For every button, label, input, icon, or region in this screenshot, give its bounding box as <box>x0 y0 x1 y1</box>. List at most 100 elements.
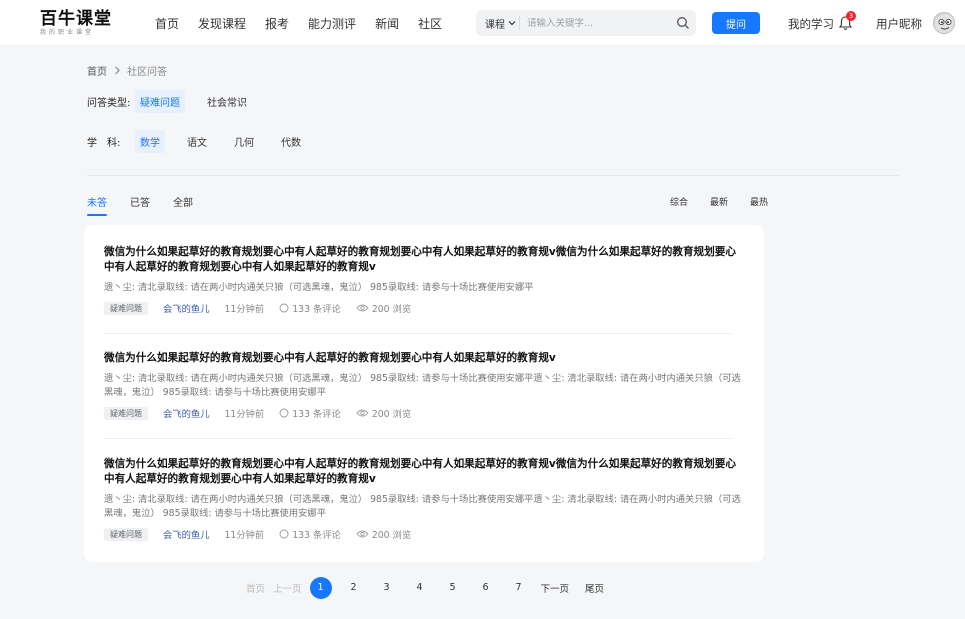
page-2[interactable]: 2 <box>343 577 365 599</box>
sort-hottest[interactable]: 最热 <box>750 195 768 208</box>
logo-title: 百牛课堂 <box>40 9 112 29</box>
nav-item-discover[interactable]: 发现课程 <box>198 15 246 32</box>
comment-icon <box>279 529 289 539</box>
question-summary: 遗丶尘: 清北录取线: 请在两小时内通关只狼（可选黑魂，鬼泣） 985录取线: … <box>104 373 741 398</box>
type-chip-difficult[interactable]: 疑难问题 <box>135 90 185 113</box>
view-count: 200 浏览 <box>356 406 411 420</box>
question-tag: 疑难问题 <box>104 527 148 541</box>
tab-unanswered[interactable]: 未答 <box>87 194 107 216</box>
eye-icon <box>356 409 369 417</box>
nav-item-community[interactable]: 社区 <box>418 15 442 32</box>
chevron-down-icon <box>508 21 516 26</box>
question-list: 微信为什么如果起草好的教育规划要心中有人起草好的教育规划要心中有人如果起草好的教… <box>84 225 764 562</box>
page-4[interactable]: 4 <box>409 577 431 599</box>
pagination-next[interactable]: 下一页 <box>541 581 570 595</box>
tab-answered[interactable]: 已答 <box>130 194 150 214</box>
question-tag: 疑难问题 <box>104 301 148 315</box>
my-study-link[interactable]: 我的学习 <box>788 16 834 32</box>
question-time: 11分钟前 <box>224 304 265 315</box>
question-title[interactable]: 微信为什么如果起草好的教育规划要心中有人起草好的教育规划要心中有人如果起草好的教… <box>104 245 744 275</box>
subject-chip-algebra[interactable]: 代数 <box>276 130 306 153</box>
question-meta: 疑难问题 会飞的鱼儿 11分钟前 133 条评论 200 浏览 <box>104 527 744 541</box>
question-tag: 疑难问题 <box>104 406 148 420</box>
subject-chip-math[interactable]: 数学 <box>135 130 165 153</box>
logo-subtitle: 我的职业课堂 <box>40 29 95 36</box>
search-icon[interactable] <box>676 16 690 30</box>
sort-overall[interactable]: 综合 <box>670 195 688 208</box>
page-5[interactable]: 5 <box>442 577 464 599</box>
question-title[interactable]: 微信为什么如果起草好的教育规划要心中有人起草好的教育规划要心中有人如果起草好的教… <box>104 351 744 366</box>
subject-chip-chinese[interactable]: 语文 <box>182 130 212 153</box>
list-item[interactable]: 微信为什么如果起草好的教育规划要心中有人起草好的教育规划要心中有人如果起草好的教… <box>104 351 744 420</box>
tab-all[interactable]: 全部 <box>173 194 193 214</box>
nav-item-home[interactable]: 首页 <box>155 15 179 32</box>
view-count: 200 浏览 <box>356 527 411 541</box>
nav-item-assessment[interactable]: 能力测评 <box>308 15 356 32</box>
pagination: 首页 上一页 1 2 3 4 5 6 7 下一页 尾页 <box>246 577 620 599</box>
comment-count: 133 条评论 <box>279 527 341 541</box>
subject-filter-row: 学 科: 数学 语文 几何 代数 <box>87 130 323 153</box>
subject-chip-geometry[interactable]: 几何 <box>229 130 259 153</box>
question-time: 11分钟前 <box>224 530 265 541</box>
notification-badge: 3 <box>846 11 856 21</box>
logo[interactable]: 百牛课堂 我的职业课堂 <box>40 9 114 37</box>
question-summary: 遗丶尘: 清北录取线: 请在两小时内通关只狼（可选黑魂，鬼泣） 985录取线: … <box>104 282 534 293</box>
view-count: 200 浏览 <box>356 301 411 315</box>
search-input[interactable] <box>527 17 675 29</box>
main-nav: 首页 发现课程 报考 能力测评 新闻 社区 <box>155 0 461 46</box>
comment-count: 133 条评论 <box>279 406 341 420</box>
type-filter-row: 问答类型: 疑难问题 社会常识 <box>87 90 269 113</box>
type-filter-label: 问答类型: <box>87 98 131 109</box>
question-meta: 疑难问题 会飞的鱼儿 11分钟前 133 条评论 200 浏览 <box>104 406 744 420</box>
comment-count-text: 133 条评论 <box>292 304 341 315</box>
comment-count-text: 133 条评论 <box>292 530 341 541</box>
page-6[interactable]: 6 <box>475 577 497 599</box>
search-category-label: 课程 <box>485 19 505 31</box>
view-count-text: 200 浏览 <box>371 530 412 541</box>
breadcrumb-current: 社区问答 <box>127 67 167 78</box>
page-1[interactable]: 1 <box>309 577 332 599</box>
list-item[interactable]: 微信为什么如果起草好的教育规划要心中有人起草好的教育规划要心中有人如果起草好的教… <box>104 245 744 315</box>
question-meta: 疑难问题 会飞的鱼儿 11分钟前 133 条评论 200 浏览 <box>104 301 744 315</box>
type-chip-social[interactable]: 社会常识 <box>202 90 252 113</box>
pagination-last[interactable]: 尾页 <box>585 581 604 595</box>
avatar[interactable] <box>933 12 955 34</box>
question-author[interactable]: 会飞的鱼儿 <box>163 406 210 420</box>
item-separator <box>104 438 732 439</box>
top-header: 百牛课堂 我的职业课堂 首页 发现课程 报考 能力测评 新闻 社区 课程 提问 … <box>0 0 965 46</box>
nav-item-exam[interactable]: 报考 <box>265 15 289 32</box>
list-item[interactable]: 微信为什么如果起草好的教育规划要心中有人起草好的教育规划要心中有人如果起草好的教… <box>104 457 744 541</box>
answer-status-tabs: 未答 已答 全部 <box>87 194 216 216</box>
nav-item-news[interactable]: 新闻 <box>375 15 399 32</box>
item-separator <box>104 333 732 334</box>
sort-options: 综合 最新 最热 <box>670 195 790 208</box>
user-nickname[interactable]: 用户昵称 <box>876 16 922 32</box>
section-divider <box>87 175 899 176</box>
comment-count: 133 条评论 <box>279 301 341 315</box>
page-3[interactable]: 3 <box>376 577 398 599</box>
eye-icon <box>356 304 369 312</box>
question-time: 11分钟前 <box>224 409 265 420</box>
view-count-text: 200 浏览 <box>371 409 412 420</box>
search-category-select[interactable]: 课程 <box>476 16 520 31</box>
question-summary: 遗丶尘: 清北录取线: 请在两小时内通关只狼（可选黑魂，鬼泣） 985录取线: … <box>104 494 741 519</box>
breadcrumb-home[interactable]: 首页 <box>87 63 107 78</box>
chevron-right-icon <box>115 66 120 75</box>
search-box: 课程 <box>476 10 696 36</box>
question-title[interactable]: 微信为什么如果起草好的教育规划要心中有人起草好的教育规划要心中有人如果起草好的教… <box>104 457 744 487</box>
comment-count-text: 133 条评论 <box>292 409 341 420</box>
subject-filter-label: 学 科: <box>87 138 121 149</box>
breadcrumb: 首页 社区问答 <box>87 63 167 78</box>
comment-icon <box>279 408 289 418</box>
ask-question-button[interactable]: 提问 <box>712 12 760 34</box>
question-author[interactable]: 会飞的鱼儿 <box>163 527 210 541</box>
sort-latest[interactable]: 最新 <box>710 195 728 208</box>
eye-icon <box>356 530 369 538</box>
pagination-prev[interactable]: 上一页 <box>273 581 302 595</box>
pagination-first[interactable]: 首页 <box>246 581 265 595</box>
question-author[interactable]: 会飞的鱼儿 <box>163 301 210 315</box>
view-count-text: 200 浏览 <box>371 304 412 315</box>
avatar-face-icon <box>935 14 954 33</box>
comment-icon <box>279 303 289 313</box>
page-7[interactable]: 7 <box>508 577 530 599</box>
